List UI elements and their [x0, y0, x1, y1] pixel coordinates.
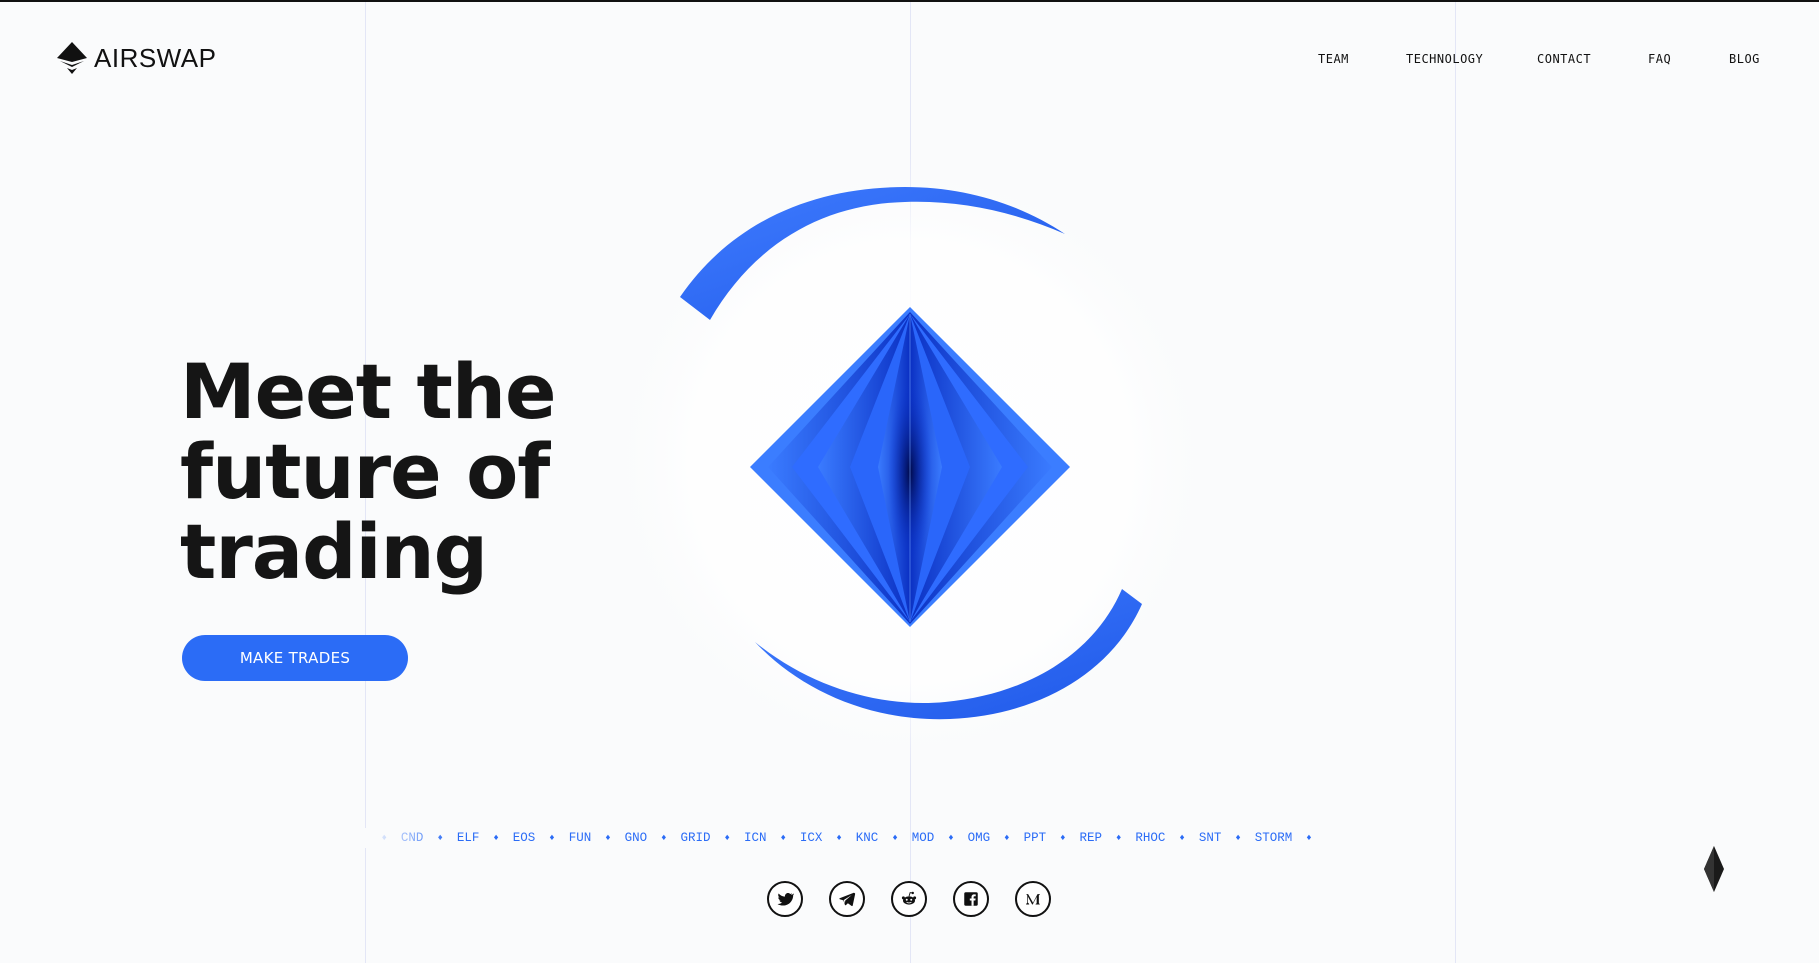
- ticker-separator-diamond-icon: ♦: [661, 833, 667, 843]
- hero-heading: Meet the future of trading: [180, 352, 556, 592]
- medium-icon: [1026, 894, 1040, 905]
- main-navigation: TEAM TECHNOLOGY CONTACT FAQ BLOG: [1300, 52, 1770, 70]
- nav-team-link[interactable]: TEAM: [1318, 52, 1349, 66]
- ticker-separator-diamond-icon: ♦: [549, 833, 555, 843]
- ticker-token: CND: [400, 831, 424, 845]
- ticker-separator-diamond-icon: ♦: [605, 833, 611, 843]
- ticker-token: RHOC: [1135, 831, 1166, 845]
- ticker-separator-diamond-icon: ♦: [1004, 833, 1010, 843]
- ticker-token: KNC: [855, 831, 879, 845]
- telegram-icon: [839, 892, 856, 907]
- reddit-icon: [901, 891, 917, 905]
- ticker-token: ICN: [743, 831, 767, 845]
- hero-heading-line: trading: [180, 507, 488, 596]
- medium-link[interactable]: [1015, 881, 1051, 917]
- ticker-separator-diamond-icon: ♦: [836, 833, 842, 843]
- brand-logo-link[interactable]: AIRSWAP: [56, 41, 216, 75]
- ticker-token: ELF: [456, 831, 480, 845]
- ticker-token: GNO: [624, 831, 648, 845]
- token-ticker-track: C ♦ CND ♦ ELF ♦ EOS ♦ FUN ♦ GNO ♦ GRID ♦ ICN ♦ ICX ♦ KNC ♦…: [360, 831, 1312, 845]
- ticker-separator-diamond-icon: ♦: [948, 833, 954, 843]
- ticker-fade: [1345, 828, 1435, 848]
- make-trades-button[interactable]: MAKE TRADES: [182, 635, 408, 681]
- nav-technology-link[interactable]: TECHNOLOGY: [1406, 52, 1483, 66]
- ticker-token: GRID: [680, 831, 711, 845]
- scroll-down-diamond-icon[interactable]: [1703, 846, 1725, 892]
- ticker-separator-diamond-icon: ♦: [892, 833, 898, 843]
- ticker-token: PPT: [1023, 831, 1047, 845]
- facebook-link[interactable]: [953, 881, 989, 917]
- twitter-link[interactable]: [767, 881, 803, 917]
- ticker-separator-diamond-icon: ♦: [1116, 833, 1122, 843]
- ticker-token: REP: [1079, 831, 1102, 845]
- ticker-token: C: [360, 831, 368, 845]
- ticker-token: MOD: [911, 831, 935, 845]
- hero-heading-line: Meet the: [180, 347, 556, 436]
- ticker-separator-diamond-icon: ♦: [724, 833, 730, 843]
- facebook-icon: [964, 892, 978, 906]
- twitter-icon: [777, 893, 794, 906]
- ticker-separator-diamond-icon: ♦: [493, 833, 499, 843]
- brand-name: AIRSWAP: [94, 42, 217, 73]
- nav-contact-link[interactable]: CONTACT: [1537, 52, 1591, 66]
- ticker-token: STORM: [1254, 831, 1293, 845]
- ticker-separator-diamond-icon: ♦: [1306, 833, 1312, 843]
- ticker-separator-diamond-icon: ♦: [780, 833, 786, 843]
- ticker-separator-diamond-icon: ♦: [1235, 833, 1241, 843]
- airswap-logo-icon: [57, 42, 87, 74]
- telegram-link[interactable]: [829, 881, 865, 917]
- landing-page: AIRSWAP TEAM TECHNOLOGY CONTACT FAQ BLOG: [0, 0, 1819, 963]
- ticker-separator-diamond-icon: ♦: [1060, 833, 1066, 843]
- ticker-token: EOS: [512, 831, 536, 845]
- ticker-token: OMG: [967, 831, 991, 845]
- ticker-token: ICX: [799, 831, 823, 845]
- hero-heading-line: future of: [180, 427, 550, 516]
- ticker-separator-diamond-icon: ♦: [437, 833, 443, 843]
- hero-diamond-illustration: [600, 152, 1220, 772]
- token-ticker: C ♦ CND ♦ ELF ♦ EOS ♦ FUN ♦ GNO ♦ GRID ♦ ICN ♦ ICX ♦ KNC ♦…: [360, 828, 1435, 848]
- ticker-token: FUN: [568, 831, 592, 845]
- reddit-link[interactable]: [891, 881, 927, 917]
- ticker-separator-diamond-icon: ♦: [381, 833, 387, 843]
- ticker-separator-diamond-icon: ♦: [1179, 833, 1185, 843]
- grid-guide-line: [1455, 2, 1456, 963]
- ticker-token: SNT: [1198, 831, 1222, 845]
- nav-blog-link[interactable]: BLOG: [1729, 52, 1760, 66]
- nav-faq-link[interactable]: FAQ: [1648, 52, 1671, 66]
- social-links: [767, 881, 1051, 917]
